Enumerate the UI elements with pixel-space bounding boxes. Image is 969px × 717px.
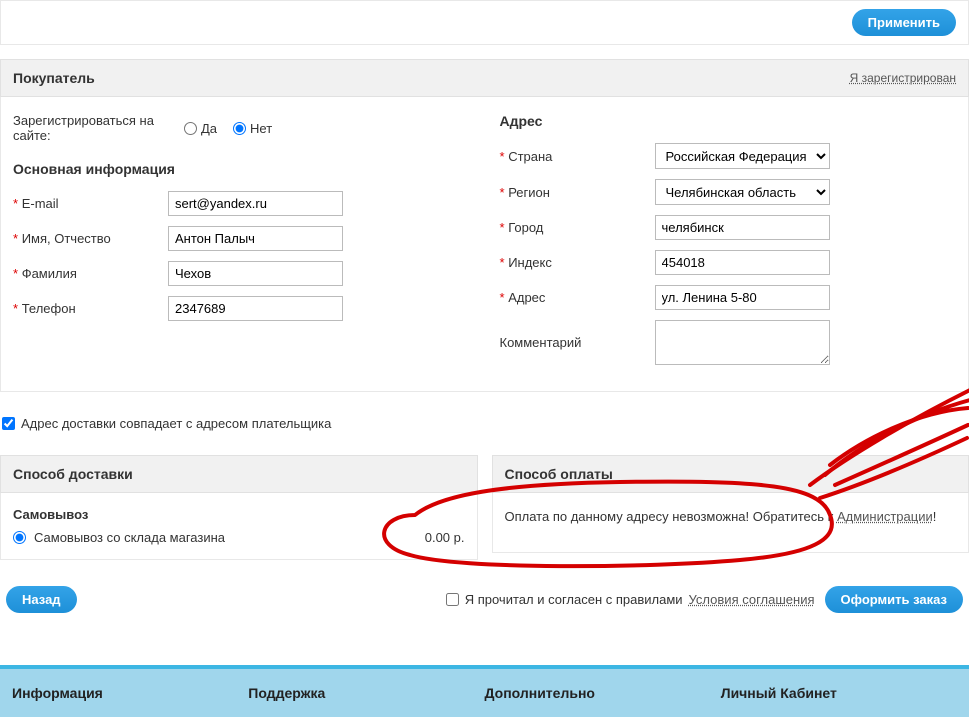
- email-label: * E-mail: [13, 196, 168, 211]
- addr-label: * Адрес: [500, 290, 655, 305]
- region-label: * Регион: [500, 185, 655, 200]
- city-field[interactable]: [655, 215, 830, 240]
- buyer-header: Покупатель Я зарегистрирован: [0, 59, 969, 97]
- index-label: * Индекс: [500, 255, 655, 270]
- comment-label: Комментарий: [500, 335, 655, 350]
- delivery-header: Способ доставки: [0, 455, 478, 493]
- phone-label: * Телефон: [13, 301, 168, 316]
- buyer-title: Покупатель: [13, 70, 95, 86]
- footer-info[interactable]: Информация: [12, 685, 248, 701]
- addr-field[interactable]: [655, 285, 830, 310]
- agree-checkbox[interactable]: [446, 593, 459, 606]
- same-address-checkbox[interactable]: [2, 417, 15, 430]
- same-address-label: Адрес доставки совпадает с адресом плате…: [21, 416, 331, 431]
- footer-nav: Информация Поддержка Дополнительно Личны…: [0, 665, 969, 717]
- country-label: * Страна: [500, 149, 655, 164]
- register-yes-label: Да: [201, 121, 217, 136]
- phone-field[interactable]: [168, 296, 343, 321]
- footer-extra[interactable]: Дополнительно: [485, 685, 721, 701]
- footer-support[interactable]: Поддержка: [248, 685, 484, 701]
- name-field[interactable]: [168, 226, 343, 251]
- register-yes-radio[interactable]: [184, 122, 197, 135]
- submit-order-button[interactable]: Оформить заказ: [825, 586, 963, 613]
- surname-field[interactable]: [168, 261, 343, 286]
- delivery-pickup-label: Самовывоз со склада магазина: [34, 530, 225, 545]
- comment-field[interactable]: [655, 320, 830, 365]
- country-select[interactable]: Российская Федерация: [655, 143, 830, 169]
- name-label: * Имя, Отчество: [13, 231, 168, 246]
- surname-label: * Фамилия: [13, 266, 168, 281]
- email-field[interactable]: [168, 191, 343, 216]
- terms-link[interactable]: Условия соглашения: [689, 592, 815, 607]
- already-registered-link[interactable]: Я зарегистрирован: [850, 71, 956, 85]
- city-label: * Город: [500, 220, 655, 235]
- back-button[interactable]: Назад: [6, 586, 77, 613]
- payment-header: Способ оплаты: [492, 455, 969, 493]
- register-on-site-label: Зарегистрироваться на сайте:: [13, 113, 168, 143]
- delivery-pickup-radio[interactable]: [13, 531, 26, 544]
- region-select[interactable]: Челябинская область: [655, 179, 830, 205]
- register-no-radio[interactable]: [233, 122, 246, 135]
- agree-label: Я прочитал и согласен с правилами: [465, 592, 683, 607]
- register-no-label: Нет: [250, 121, 272, 136]
- index-field[interactable]: [655, 250, 830, 275]
- delivery-method-title: Самовывоз: [13, 507, 465, 522]
- delivery-price: 0.00 р.: [425, 530, 465, 545]
- footer-account[interactable]: Личный Кабинет: [721, 685, 957, 701]
- address-heading: Адрес: [500, 113, 957, 129]
- admin-link[interactable]: Администрации: [837, 509, 933, 524]
- main-info-heading: Основная информация: [13, 161, 470, 177]
- apply-button[interactable]: Применить: [852, 9, 956, 36]
- payment-warning: Оплата по данному адресу невозможна! Обр…: [505, 507, 957, 527]
